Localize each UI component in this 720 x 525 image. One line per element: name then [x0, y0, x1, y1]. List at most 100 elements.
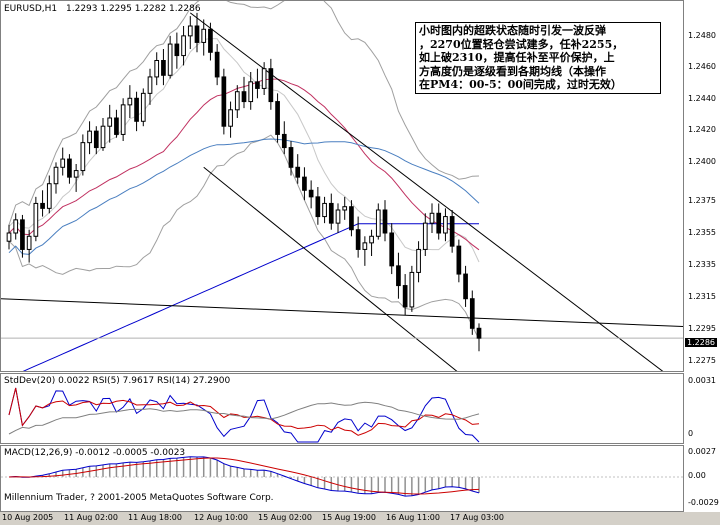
price-tick: 1.2355 — [688, 228, 716, 237]
time-tick: 17 Aug 03:00 — [450, 513, 504, 522]
ohlc-values: 1.2293 1.2295 1.2282 1.2286 — [66, 4, 201, 14]
bull-candle — [261, 68, 267, 89]
bull-candle — [234, 91, 240, 111]
bull-candle — [26, 235, 32, 250]
bear-candle — [349, 206, 354, 231]
bull-candle — [33, 202, 39, 237]
bull-candle — [335, 209, 341, 224]
symbol-label: EURUSD,H1 1.2293 1.2295 1.2282 1.2286 — [4, 4, 201, 14]
time-axis[interactable]: 10 Aug 2005 11 Aug 02:00 11 Aug 18:00 12… — [0, 512, 720, 525]
rsi-indicator-pane[interactable]: StdDev(20) 0.0022 RSI(5) 7.9617 RSI(14) … — [0, 373, 684, 444]
rsi-axis[interactable]: 0.0031 0 — [684, 373, 720, 444]
upper-band-line — [8, 1, 480, 225]
bull-candle — [369, 235, 374, 244]
support-line — [1, 298, 683, 328]
bull-candle — [187, 25, 193, 37]
bear-candle — [396, 265, 401, 287]
bear-candle — [302, 176, 307, 191]
macd-tick: 0.0027 — [688, 447, 716, 456]
bull-candle — [322, 202, 327, 218]
bull-candle — [73, 170, 79, 178]
bear-candle — [67, 158, 72, 178]
bull-candle — [201, 28, 207, 43]
current-price-tag: 1.2286 — [685, 338, 717, 347]
bull-candle — [375, 209, 381, 237]
price-tick: 1.2275 — [688, 356, 716, 365]
analysis-note: 小时图内的超跌状态随时引发一波反弹 ，2270位置轻仓尝试建多，任补2255， … — [415, 22, 661, 94]
bear-candle — [194, 25, 200, 43]
bear-candle — [402, 285, 408, 308]
bear-candle — [449, 216, 455, 247]
price-tick: 1.2420 — [688, 125, 716, 134]
rsi-indicator-label: StdDev(20) 0.0022 RSI(5) 7.9617 RSI(14) … — [4, 376, 231, 386]
bull-candle — [422, 222, 428, 250]
bull-candle — [80, 142, 86, 172]
bear-candle — [20, 219, 25, 250]
note-line: 在PM4：00-5：00间完成，过时无效） — [419, 78, 622, 91]
bull-candle — [248, 81, 254, 103]
bear-candle — [161, 60, 166, 76]
bull-candle — [154, 60, 160, 78]
price-tick: 1.2460 — [688, 62, 716, 71]
note-line: 方高度仍是逐级看到各期均线（本操作 — [419, 64, 606, 78]
bear-candle — [174, 43, 180, 57]
time-tick: 15 Aug 19:00 — [322, 513, 376, 522]
bear-candle — [221, 76, 227, 127]
macd-tick: 0.00 — [688, 471, 706, 480]
ma-slow-line — [22, 223, 479, 371]
ma-mid-line — [8, 138, 480, 255]
price-axis[interactable]: 1.2480 1.2460 1.2440 1.2420 1.2400 1.237… — [684, 0, 720, 372]
bear-candle — [456, 245, 462, 275]
price-tick: 1.2375 — [688, 196, 716, 205]
bear-candle — [436, 212, 442, 234]
bear-candle — [114, 117, 119, 135]
bear-candle — [268, 68, 274, 103]
bear-candle — [255, 81, 260, 89]
bull-candle — [181, 35, 186, 57]
bear-candle — [308, 189, 314, 198]
bull-candle — [127, 97, 133, 106]
bull-candle — [167, 43, 173, 76]
bear-candle — [355, 229, 361, 250]
bull-candle — [53, 166, 59, 185]
note-line: 如上破2310，提高任补至平价保护，上 — [419, 51, 615, 64]
symbol-timeframe: EURUSD,H1 — [4, 4, 58, 14]
macd-axis[interactable]: 0.0027 0.00 -0.0029 — [684, 445, 720, 512]
bull-candle — [140, 92, 146, 122]
time-tick: 15 Aug 02:00 — [258, 513, 312, 522]
time-tick: 10 Aug 2005 — [2, 513, 54, 522]
time-tick: 11 Aug 18:00 — [128, 513, 182, 522]
price-tick: 1.2400 — [688, 157, 716, 166]
macd-indicator-label: MACD(12,26,9) -0.0012 -0.0005 -0.0023 — [4, 448, 186, 458]
bull-candle — [429, 212, 435, 224]
bear-candle — [295, 166, 301, 178]
bull-candle — [13, 219, 19, 234]
bear-candle — [288, 147, 294, 168]
bull-candle — [87, 130, 92, 144]
price-tick: 1.2295 — [688, 324, 716, 333]
bull-candle — [107, 117, 113, 127]
time-tick: 11 Aug 02:00 — [64, 513, 118, 522]
bull-candle — [120, 104, 126, 135]
price-tick: 1.2315 — [688, 292, 716, 301]
rsi-tick: 0.0031 — [688, 376, 716, 385]
macd-tick: -0.0029 — [688, 498, 719, 507]
bull-candle — [147, 76, 153, 94]
bull-candle — [46, 183, 52, 209]
bull-candle — [342, 206, 348, 211]
time-tick: 16 Aug 11:00 — [386, 513, 440, 522]
bear-candle — [281, 133, 287, 149]
bear-candle — [463, 273, 468, 300]
bull-candle — [416, 248, 421, 273]
bear-candle — [315, 196, 321, 218]
bull-candle — [6, 232, 12, 242]
bear-candle — [382, 209, 388, 234]
bear-candle — [275, 101, 280, 135]
bull-candle — [60, 158, 66, 168]
bear-candle — [134, 97, 139, 122]
bull-candle — [409, 271, 415, 308]
bear-candle — [241, 91, 247, 103]
bull-candle — [362, 242, 368, 250]
bear-candle — [328, 202, 334, 224]
note-line: ，2270位置轻仓尝试建多，任补2255， — [419, 37, 624, 51]
